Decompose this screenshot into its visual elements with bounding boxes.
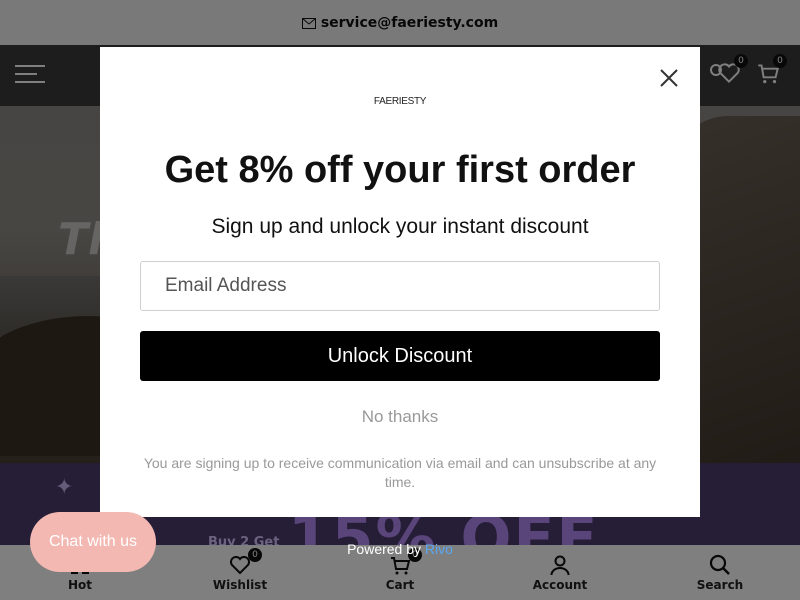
chat-button[interactable]: Chat with us (30, 512, 156, 572)
popup-disclaimer: You are signing up to receive communicat… (143, 455, 657, 490)
close-icon[interactable] (658, 67, 680, 89)
powered-by-prefix: Powered by (347, 541, 422, 557)
unlock-discount-button[interactable]: Unlock Discount (140, 331, 660, 381)
rivo-link[interactable]: Rivo (425, 541, 453, 557)
email-field[interactable] (140, 261, 660, 311)
popup-title: Get 8% off your first order (164, 149, 636, 191)
discount-popup: FAERIESTY Get 8% off your first order Si… (100, 47, 700, 517)
popup-subtitle: Sign up and unlock your instant discount (211, 215, 589, 238)
no-thanks-link[interactable]: No thanks (100, 407, 700, 427)
brand-logo: FAERIESTY (373, 96, 427, 107)
